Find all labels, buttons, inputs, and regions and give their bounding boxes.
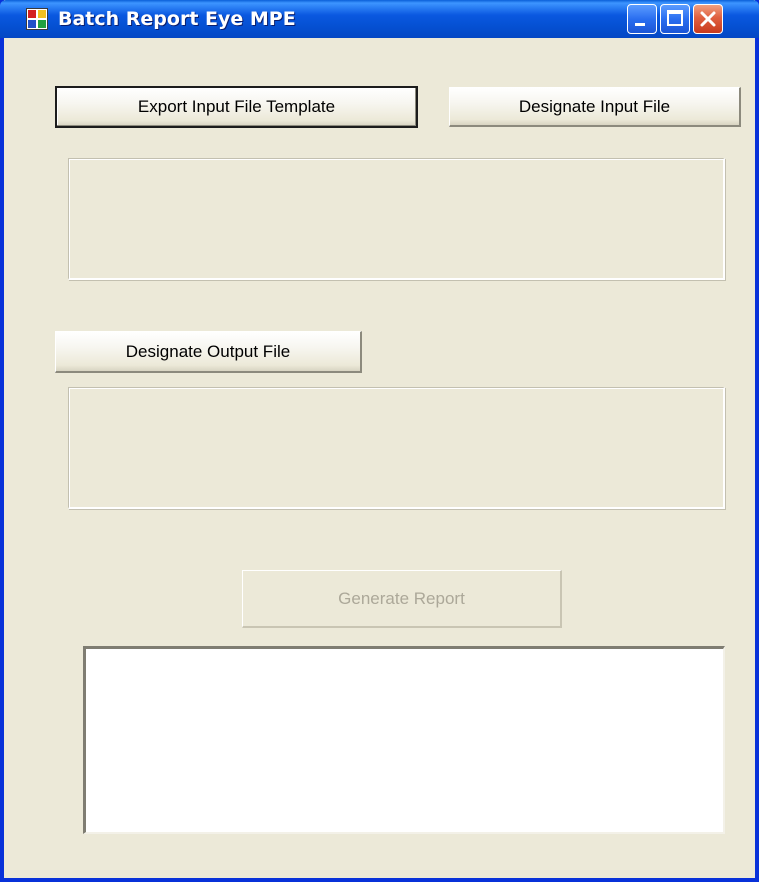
main-window: Batch Report Eye MPE Export Input File T… xyxy=(0,0,759,882)
title-bar[interactable]: Batch Report Eye MPE xyxy=(0,0,759,38)
report-output-textarea[interactable] xyxy=(83,646,725,834)
minimize-button[interactable] xyxy=(627,4,657,34)
output-file-display-box xyxy=(68,387,725,509)
maximize-icon xyxy=(667,10,683,26)
designate-output-file-button[interactable]: Designate Output File xyxy=(55,331,362,373)
app-window-icon xyxy=(26,8,48,30)
export-input-file-template-button[interactable]: Export Input File Template xyxy=(55,86,418,128)
maximize-button[interactable] xyxy=(660,4,690,34)
minimize-icon xyxy=(635,23,645,26)
generate-report-button: Generate Report xyxy=(242,570,562,628)
designate-input-file-button[interactable]: Designate Input File xyxy=(449,87,741,127)
close-icon xyxy=(700,11,716,27)
input-file-display-box xyxy=(68,158,725,280)
window-title: Batch Report Eye MPE xyxy=(58,8,296,30)
close-button[interactable] xyxy=(693,4,723,34)
